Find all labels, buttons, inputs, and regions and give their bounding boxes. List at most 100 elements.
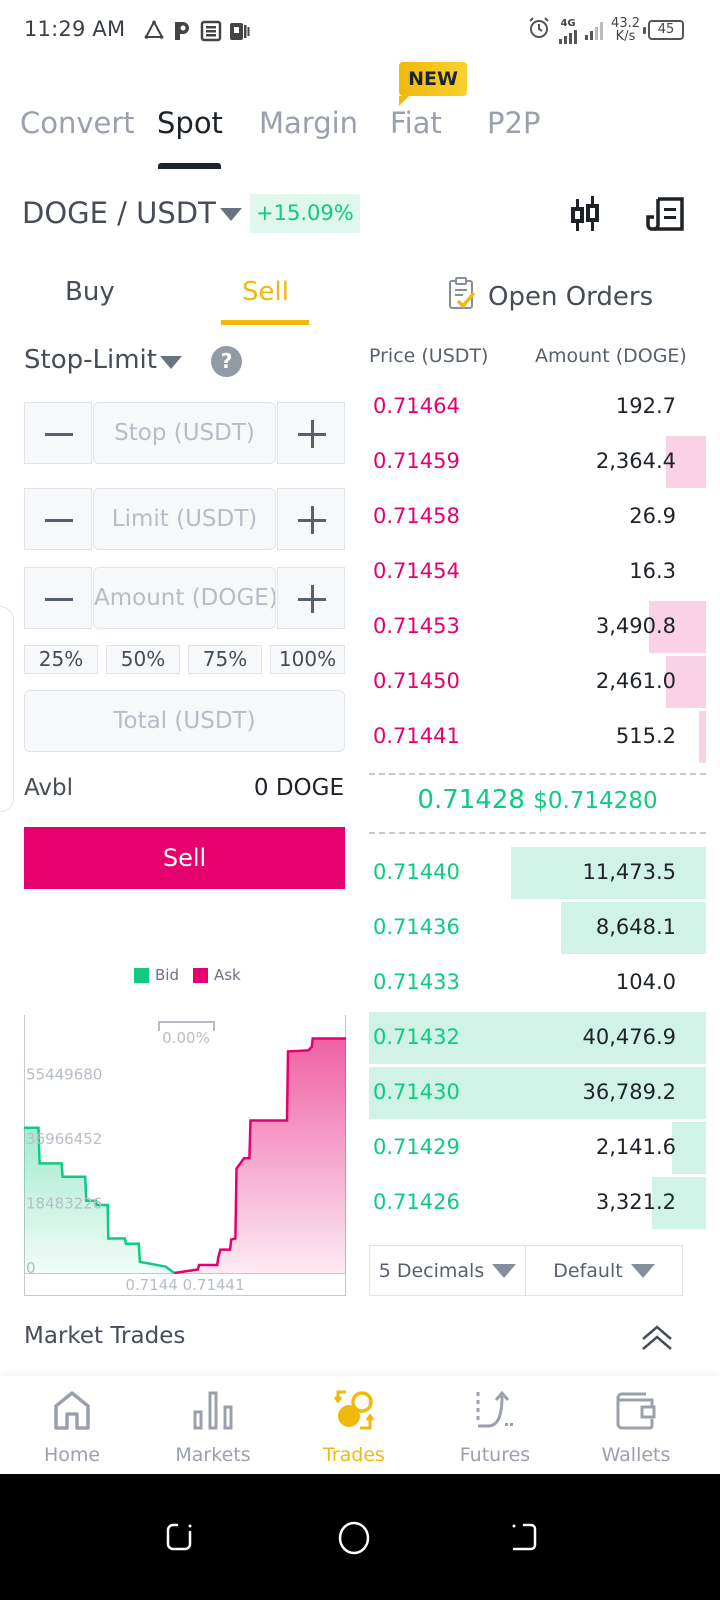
pair-selector[interactable]: DOGE / USDT [22, 196, 216, 230]
ask-depth-bar [699, 711, 706, 763]
percent-100-button[interactable]: 100% [270, 645, 345, 674]
y-tick-label: 18483226 [26, 1195, 102, 1213]
new-badge: NEW [399, 62, 467, 106]
bid-price: 0.71432 [373, 1025, 460, 1049]
ask-row[interactable]: 0.71459 2,364.4 [369, 436, 706, 488]
sell-tab[interactable]: Sell [242, 277, 289, 307]
tab-spot[interactable]: Spot [157, 106, 223, 140]
ask-row[interactable]: 0.71454 16.3 [369, 546, 706, 598]
ask-depth-area [174, 1038, 346, 1273]
status-bar: 11:29 AM 4G 43.2 K/s 45 [0, 0, 720, 62]
bid-row[interactable]: 0.71436 8,648.1 [369, 902, 706, 954]
nav-wallets-label: Wallets [601, 1444, 671, 1466]
y-tick-label: 0 [26, 1259, 36, 1277]
view-select[interactable]: Default [525, 1245, 683, 1296]
percent-25-button[interactable]: 25% [24, 645, 98, 674]
triangle-app-icon [144, 19, 164, 42]
back-button[interactable] [504, 1518, 540, 1554]
amount-increment-button[interactable] [277, 567, 345, 629]
ask-row[interactable]: 0.71453 3,490.8 [369, 601, 706, 653]
double-chevron-up-icon[interactable] [640, 1322, 674, 1352]
bid-amount: 40,476.9 [582, 1025, 676, 1049]
ask-row[interactable]: 0.71464 192.7 [369, 381, 706, 433]
order-history-icon[interactable] [646, 196, 686, 232]
spread-divider-top [369, 773, 706, 775]
ask-amount: 192.7 [615, 394, 676, 418]
limit-price-input[interactable]: Limit (USDT) [93, 488, 276, 550]
network-type: 4G [560, 17, 576, 29]
candlestick-chart-icon[interactable] [568, 196, 602, 234]
stop-increment-button[interactable] [277, 402, 345, 464]
net-speed-unit: K/s [615, 29, 636, 44]
nav-futures-label: Futures [459, 1444, 531, 1466]
sell-button[interactable]: Sell [24, 827, 345, 889]
order-type-selector[interactable]: Stop-Limit [24, 345, 157, 375]
caret-down-icon[interactable] [160, 356, 182, 369]
decimals-select[interactable]: 5 Decimals [369, 1245, 526, 1296]
system-nav-bar [0, 1474, 720, 1600]
ask-price: 0.71458 [373, 504, 460, 528]
alarm-icon [527, 16, 551, 44]
nav-home[interactable]: Home [0, 1376, 144, 1474]
signal-icon-1 [559, 29, 578, 44]
bid-row[interactable]: 0.71440 11,473.5 [369, 847, 706, 899]
ask-row[interactable]: 0.71450 2,461.0 [369, 656, 706, 708]
tab-p2p[interactable]: P2P [487, 106, 540, 140]
ask-price: 0.71459 [373, 449, 460, 473]
ask-row[interactable]: 0.71458 26.9 [369, 491, 706, 543]
depth-chart[interactable]: 55449680 36966452 18483226 0 0.7144 0.71441… [24, 1015, 346, 1296]
signal-icon-2 [585, 20, 604, 40]
last-price[interactable]: 0.71428 $0.714280 [369, 785, 706, 815]
amount-decrement-button[interactable] [24, 567, 92, 629]
limit-decrement-button[interactable] [24, 488, 92, 550]
buy-tab[interactable]: Buy [65, 277, 115, 307]
bid-row[interactable]: 0.71430 36,789.2 [369, 1067, 706, 1119]
home-button[interactable] [334, 1518, 374, 1558]
nav-trades[interactable]: Trades [282, 1376, 426, 1474]
ask-legend-label: Ask [213, 966, 241, 984]
last-price-value: 0.71428 [417, 785, 525, 815]
stop-price-input[interactable]: Stop (USDT) [93, 402, 276, 464]
last-price-usd: $0.714280 [533, 788, 658, 814]
recent-apps-button[interactable] [164, 1518, 200, 1554]
news-app-icon [200, 20, 222, 42]
bid-row[interactable]: 0.71426 3,321.2 [369, 1177, 706, 1229]
y-tick-label: 36966452 [26, 1130, 102, 1148]
decimals-select-label: 5 Decimals [378, 1259, 485, 1282]
amount-input[interactable]: Amount (DOGE) [93, 567, 276, 629]
chart-legend: Bid Ask [134, 966, 241, 984]
floating-side-handle[interactable] [0, 606, 14, 812]
bid-row[interactable]: 0.71432 40,476.9 [369, 1012, 706, 1064]
tab-fiat[interactable]: Fiat [390, 106, 442, 140]
tab-convert[interactable]: Convert [20, 106, 135, 140]
percent-50-button[interactable]: 50% [106, 645, 180, 674]
limit-increment-button[interactable] [277, 488, 345, 550]
percent-75-button[interactable]: 75% [188, 645, 262, 674]
nav-futures[interactable]: Futures [423, 1376, 567, 1474]
active-tab-indicator [158, 163, 221, 169]
wallet-icon [616, 1390, 656, 1430]
bid-price: 0.71436 [373, 915, 460, 939]
p2-app-icon [228, 20, 250, 42]
ask-row[interactable]: 0.71441 515.2 [369, 711, 706, 763]
nav-home-label: Home [43, 1444, 101, 1466]
stop-decrement-button[interactable] [24, 402, 92, 464]
ask-amount: 2,461.0 [595, 669, 676, 693]
bid-row[interactable]: 0.71429 2,141.6 [369, 1122, 706, 1174]
trades-icon [333, 1390, 375, 1430]
total-input[interactable]: Total (USDT) [24, 690, 345, 752]
nav-wallets[interactable]: Wallets [564, 1376, 708, 1474]
amount-stepper: Amount (DOGE) [24, 567, 345, 629]
tab-margin[interactable]: Margin [259, 106, 358, 140]
ask-amount: 26.9 [629, 504, 676, 528]
caret-down-icon [492, 1263, 517, 1278]
nav-markets[interactable]: Markets [141, 1376, 285, 1474]
caret-down-icon [630, 1263, 655, 1278]
open-orders-button[interactable]: Open Orders [448, 276, 653, 317]
bid-row[interactable]: 0.71433 104.0 [369, 957, 706, 1009]
notification-icons [144, 19, 250, 42]
amount-column-header: Amount (DOGE) [535, 345, 687, 367]
help-icon[interactable]: ? [211, 346, 242, 377]
ask-amount: 515.2 [615, 724, 676, 748]
caret-down-icon[interactable] [220, 208, 242, 221]
